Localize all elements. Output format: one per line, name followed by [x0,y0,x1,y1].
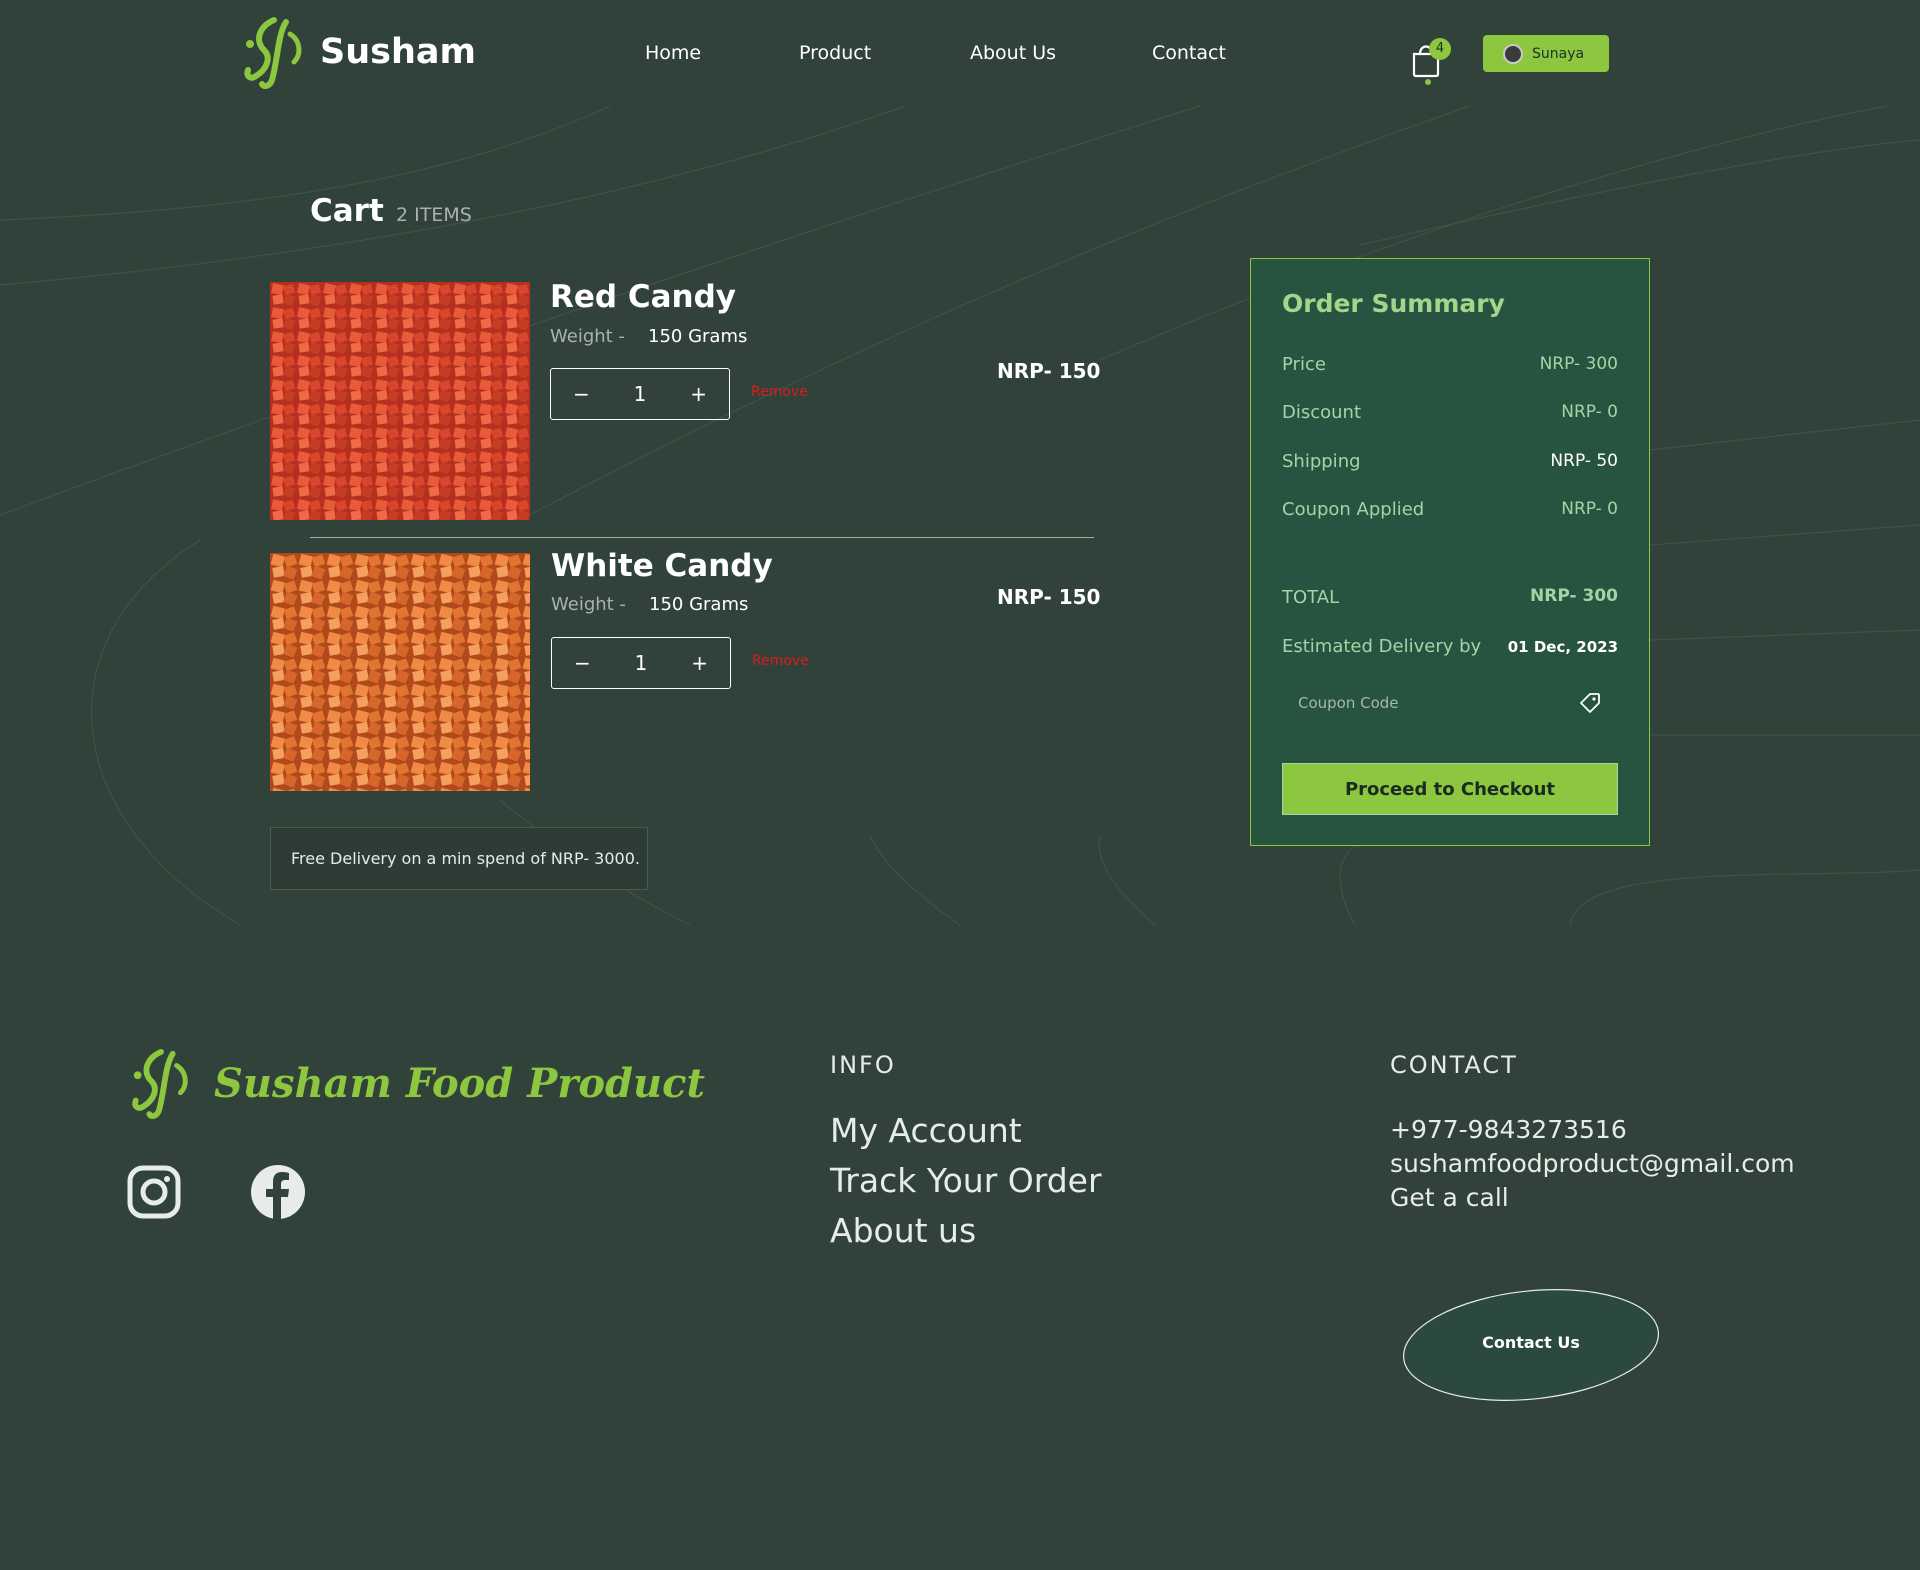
increase-button[interactable]: + [691,651,708,675]
facebook-icon[interactable] [250,1164,306,1220]
checkout-button[interactable]: Proceed to Checkout [1282,763,1618,815]
brand-logo[interactable]: Susham [238,14,476,90]
price-value: NRP- 300 [1539,354,1618,374]
nav-product[interactable]: Product [799,42,871,64]
user-name: Sunaya [1532,45,1585,62]
coupon-input[interactable] [1298,694,1558,712]
footer-link-track-order[interactable]: Track Your Order [830,1161,1102,1200]
white-candy-image[interactable] [270,553,530,791]
brand-name: Susham [320,32,476,72]
nav-home[interactable]: Home [645,42,701,64]
shipping-label: Shipping [1282,451,1361,472]
remove-button[interactable]: Remove [751,384,808,400]
item-price: NRP- 150 [997,359,1101,383]
instagram-icon[interactable] [126,1164,182,1220]
coupon-applied-label: Coupon Applied [1282,499,1425,520]
quantity-value: 1 [633,382,647,406]
brand-logo-icon [132,1048,188,1120]
weight-label: Weight - [550,326,625,347]
quantity-value: 1 [634,651,648,675]
footer-link-about-us[interactable]: About us [830,1211,976,1250]
contact-phone[interactable]: +977-9843273516 [1390,1115,1627,1144]
brand-logo-icon [244,17,302,90]
total-label: TOTAL [1282,587,1340,608]
footer-link-my-account[interactable]: My Account [830,1111,1022,1150]
quantity-stepper[interactable]: − 1 + [550,368,730,420]
nav-contact[interactable]: Contact [1152,42,1226,64]
footer-logo[interactable]: Susham Food Product [126,1045,705,1121]
nav-about[interactable]: About Us [970,42,1056,64]
weight-value: 150 Grams [649,594,749,615]
tag-icon[interactable] [1578,691,1602,715]
contact-heading: CONTACT [1390,1051,1518,1079]
coupon-field[interactable] [1282,679,1618,727]
cart-indicator-dot [1425,79,1431,85]
info-heading: INFO [830,1051,896,1079]
discount-value: NRP- 0 [1561,402,1618,422]
weight-label: Weight - [551,594,626,615]
item-name[interactable]: White Candy [551,548,773,584]
cart-item-count: 2 ITEMS [396,204,472,226]
decrease-button[interactable]: − [574,651,591,675]
get-a-call-link[interactable]: Get a call [1390,1183,1509,1212]
discount-label: Discount [1282,402,1362,423]
delivery-label: Estimated Delivery by [1282,636,1482,657]
red-candy-image[interactable] [270,282,530,520]
avatar [1503,43,1523,64]
total-value: NRP- 300 [1530,586,1618,606]
footer-brand-name: Susham Food Product [214,1059,705,1107]
decrease-button[interactable]: − [573,382,590,406]
cart-count-badge: 4 [1429,38,1451,60]
quantity-stepper[interactable]: − 1 + [551,637,731,689]
remove-button[interactable]: Remove [752,653,809,669]
delivery-date: 01 Dec, 2023 [1507,638,1618,656]
order-summary-title: Order Summary [1282,289,1505,318]
weight-value: 150 Grams [648,326,748,347]
item-name[interactable]: Red Candy [550,279,736,315]
price-label: Price [1282,354,1326,375]
free-delivery-note: Free Delivery on a min spend of NRP- 300… [270,827,648,890]
cart-title: Cart [310,193,384,229]
coupon-applied-value: NRP- 0 [1561,499,1618,519]
item-divider [310,537,1094,538]
shipping-value: NRP- 50 [1550,451,1618,471]
contact-email[interactable]: sushamfoodproduct@gmail.com [1390,1149,1795,1178]
order-summary-panel: Order Summary Price NRP- 300 Discount NR… [1250,258,1650,846]
increase-button[interactable]: + [690,382,707,406]
user-account-button[interactable]: Sunaya [1483,35,1609,72]
contact-us-button[interactable]: Contact Us [1400,1333,1662,1352]
item-price: NRP- 150 [997,585,1101,609]
